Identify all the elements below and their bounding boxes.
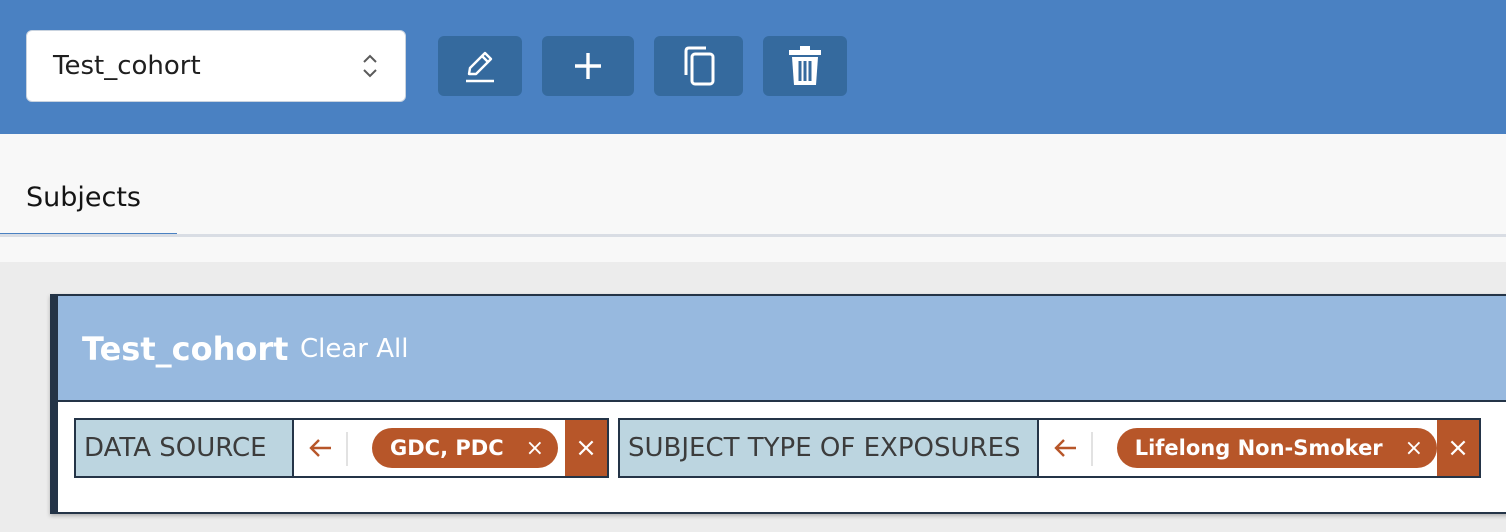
remove-filter-button[interactable]: × [565, 420, 607, 476]
trash-icon [789, 46, 821, 85]
chevron-up-down-icon [363, 54, 377, 78]
filter-value-chip[interactable]: GDC, PDC × [372, 428, 559, 468]
delete-cohort-button[interactable] [763, 36, 847, 96]
cohort-panel-title: Test_cohort [82, 330, 289, 368]
top-toolbar: Test_cohort [0, 0, 1506, 134]
chip-close-icon[interactable]: × [526, 436, 544, 461]
tab-bar-divider [0, 234, 1506, 237]
filter-values: GDC, PDC × [348, 420, 565, 476]
copy-icon [684, 46, 714, 86]
tab-subjects-label: Subjects [26, 182, 142, 213]
filter-label: DATA SOURCE [76, 420, 294, 476]
filter-value-chip[interactable]: Lifelong Non-Smoker × [1116, 428, 1438, 468]
filter-back-button[interactable] [1039, 420, 1093, 476]
plus-icon [575, 53, 601, 79]
cohort-select[interactable]: Test_cohort [26, 30, 406, 102]
edit-cohort-button[interactable] [438, 36, 522, 96]
filter-values: Lifelong Non-Smoker × [1093, 420, 1438, 476]
chip-close-icon[interactable]: × [1405, 436, 1423, 461]
cohort-panel-header: Test_cohort Clear All [58, 296, 1506, 402]
duplicate-cohort-button[interactable] [654, 36, 743, 96]
tab-bar: Subjects [0, 134, 1506, 262]
filter-back-button[interactable] [294, 420, 348, 476]
tab-subjects[interactable]: Subjects [0, 134, 177, 238]
pencil-icon [466, 51, 494, 83]
filter-data-source: DATA SOURCE GDC, PDC × × [74, 418, 609, 478]
filter-subject-type-of-exposures: SUBJECT TYPE OF EXPOSURES Lifelong Non-S… [618, 418, 1481, 478]
cohort-select-value: Test_cohort [53, 51, 201, 81]
remove-filter-button[interactable]: × [1437, 420, 1479, 476]
arrow-left-icon [1054, 439, 1076, 457]
chip-label: GDC, PDC [390, 436, 504, 460]
chip-label: Lifelong Non-Smoker [1134, 436, 1383, 460]
filter-label: SUBJECT TYPE OF EXPOSURES [620, 420, 1039, 476]
arrow-left-icon [309, 439, 331, 457]
add-cohort-button[interactable] [542, 36, 634, 96]
clear-all-button[interactable]: Clear All [300, 334, 409, 364]
cohort-panel: Test_cohort Clear All DATA SOURCE GDC, P… [50, 294, 1506, 514]
